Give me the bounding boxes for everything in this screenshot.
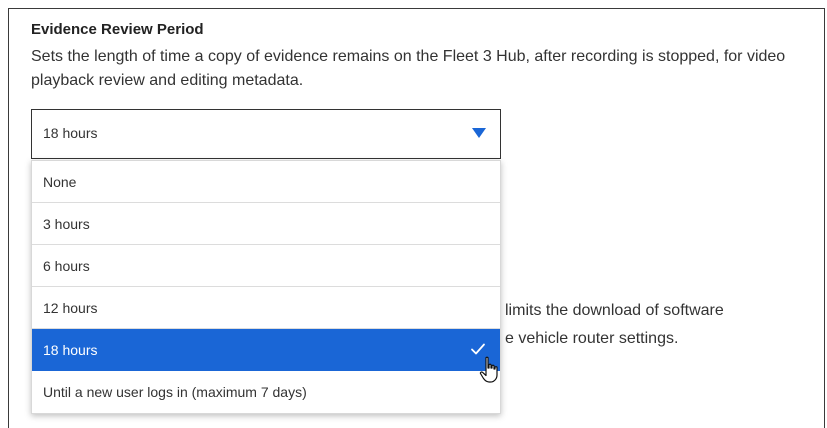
obscured-text-line-2: e vehicle router settings.: [505, 330, 679, 347]
option-label: None: [43, 174, 77, 190]
option-until-new-user[interactable]: Until a new user logs in (maximum 7 days…: [32, 371, 500, 413]
dropdown-menu: None 3 hours 6 hours 12 hours 18 hours U…: [31, 160, 501, 414]
option-label: Until a new user logs in (maximum 7 days…: [43, 384, 307, 400]
obscured-text-line-1: limits the download of software: [505, 302, 724, 319]
check-icon: [471, 343, 485, 355]
option-none[interactable]: None: [32, 161, 500, 203]
section-title: Evidence Review Period: [31, 21, 204, 38]
option-6-hours[interactable]: 6 hours: [32, 245, 500, 287]
evidence-review-period-select[interactable]: 18 hours: [31, 109, 501, 159]
hand-pointer-icon: [479, 356, 498, 383]
option-label: 18 hours: [43, 342, 98, 358]
section-description: Sets the length of time a copy of eviden…: [31, 48, 786, 89]
triangle-down-icon[interactable]: [472, 128, 486, 138]
select-value: 18 hours: [43, 125, 98, 141]
option-3-hours[interactable]: 3 hours: [32, 203, 500, 245]
option-label: 6 hours: [43, 258, 90, 274]
option-label: 12 hours: [43, 300, 98, 316]
option-12-hours[interactable]: 12 hours: [32, 287, 500, 329]
option-label: 3 hours: [43, 216, 90, 232]
option-18-hours[interactable]: 18 hours: [32, 329, 500, 371]
